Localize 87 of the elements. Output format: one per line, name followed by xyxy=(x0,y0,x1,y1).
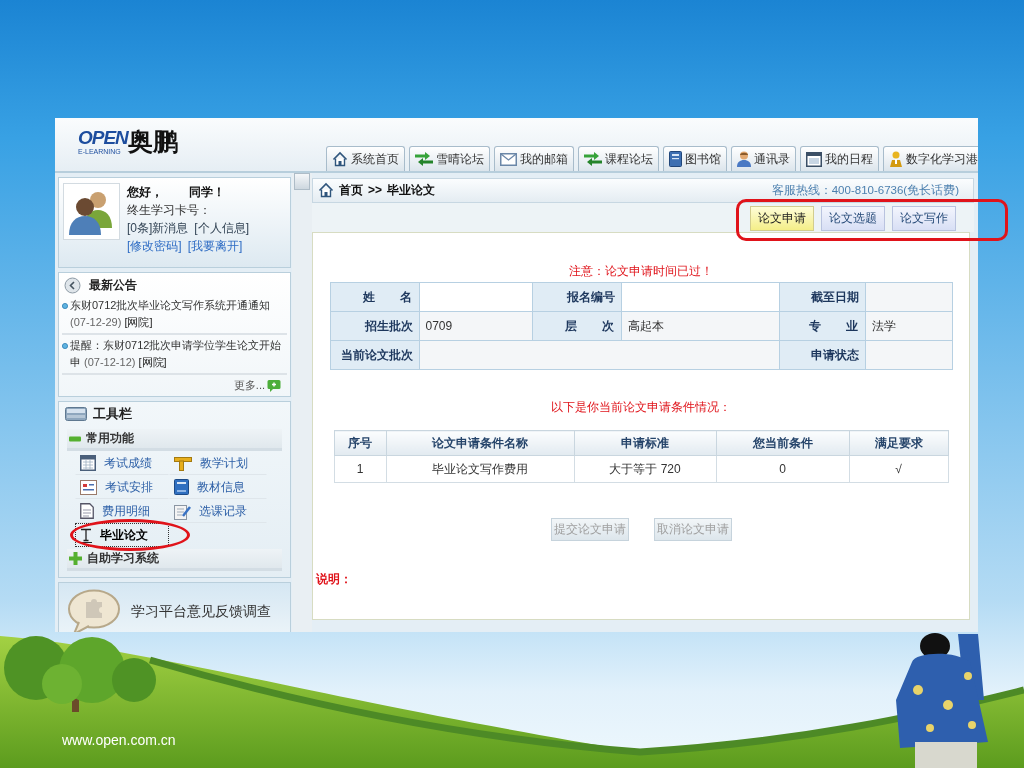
panel-title: 最新公告 xyxy=(89,276,137,294)
table-cell: √ xyxy=(849,455,948,483)
field-value: 高起本 xyxy=(621,311,779,341)
field-label: 层 次 xyxy=(532,311,621,341)
house-icon xyxy=(318,182,334,199)
field-label: 姓 名 xyxy=(330,282,419,312)
toolbar-link[interactable]: 教材信息 xyxy=(169,475,267,499)
toolbar-link[interactable]: 考试安排 xyxy=(75,475,169,499)
breadcrumb-separator: >> xyxy=(368,182,382,199)
account-link[interactable]: [修改密码] xyxy=(127,237,182,255)
table-cell: 毕业论文写作费用 xyxy=(386,455,574,483)
table-cell: 0 xyxy=(716,455,849,483)
notice-text: 注意：论文申请时间已过！ xyxy=(569,263,713,279)
column-header: 您当前条件 xyxy=(716,430,849,456)
bullet-icon xyxy=(62,303,68,309)
toolbar-link[interactable]: 教学计划 xyxy=(169,451,267,475)
account-link[interactable]: [个人信息] xyxy=(194,219,249,237)
breadcrumb-current: 毕业论文 xyxy=(387,182,435,199)
nav-tab[interactable]: 课程论坛 xyxy=(578,146,659,171)
greeting-text: 您好， xyxy=(127,184,163,201)
footer-text: www.open.com.cn xyxy=(62,732,176,749)
table-cell: 大于等于 720 xyxy=(574,455,716,483)
toolbar-link[interactable]: 费用明细 xyxy=(75,499,169,523)
nav-tab[interactable]: 我的日程 xyxy=(800,146,879,171)
nav-tab[interactable]: 图书馆 xyxy=(663,146,727,171)
user-title-text: 同学！ xyxy=(189,184,225,201)
group-header[interactable]: 常用功能 xyxy=(67,429,282,451)
logo-name: 奥鹏 xyxy=(127,128,178,155)
announcement-link[interactable]: 东财0712批次毕业论文写作系统开通通知 (07-12-29) [网院] xyxy=(70,297,287,331)
panel-title: 工具栏 xyxy=(93,404,132,423)
logo-wordmark: OPEN xyxy=(78,128,128,147)
toolbar-link[interactable]: 选课记录 xyxy=(169,499,267,523)
subtab[interactable]: 论文选题 xyxy=(821,206,885,231)
envelope-icon xyxy=(500,152,517,166)
account-link[interactable]: [0条]新消息 xyxy=(127,219,189,237)
arrows-icon xyxy=(415,152,433,166)
users-icon xyxy=(63,183,120,240)
speech-bubble-icon xyxy=(67,589,121,632)
text-tool-icon xyxy=(80,527,92,543)
field-label: 截至日期 xyxy=(779,282,865,312)
bullet-icon xyxy=(62,343,68,349)
account-link[interactable]: [我要离开] xyxy=(187,237,243,255)
book-icon xyxy=(174,479,189,495)
t-square-icon xyxy=(174,455,192,471)
house-icon xyxy=(332,151,348,167)
arrows-icon xyxy=(584,152,602,166)
note-label: 说明： xyxy=(316,571,352,587)
toolbar-icon xyxy=(65,407,87,421)
nav-tab[interactable]: 系统首页 xyxy=(326,146,405,171)
subtab[interactable]: 论文写作 xyxy=(892,206,956,231)
subtab[interactable]: 论文申请 xyxy=(750,206,814,231)
field-label: 专 业 xyxy=(779,311,865,341)
column-header: 序号 xyxy=(334,430,386,456)
column-header: 满足要求 xyxy=(849,430,948,456)
toolbar-link[interactable]: 毕业论文 xyxy=(75,523,169,547)
more-link[interactable]: 更多... xyxy=(233,378,281,393)
collapse-button[interactable] xyxy=(294,173,310,190)
table-cell: 1 xyxy=(334,455,386,483)
person-icon xyxy=(737,151,751,167)
book-icon xyxy=(669,151,682,167)
nav-tab[interactable]: 我的邮箱 xyxy=(494,146,574,171)
column-header: 申请标准 xyxy=(574,430,716,456)
notepad-icon xyxy=(174,502,191,520)
breadcrumb-link[interactable]: 首页 xyxy=(339,182,363,199)
document-icon xyxy=(80,503,94,519)
chat-bubble-icon xyxy=(267,379,281,392)
card-icon xyxy=(80,479,97,495)
hotline-text: 客服热线：400-810-6736(免长话费) xyxy=(771,183,959,199)
nav-tab[interactable]: 雪晴论坛 xyxy=(409,146,490,171)
field-label: 申请状态 xyxy=(779,340,865,370)
feedback-survey-link[interactable]: 学习平台意见反馈调查 xyxy=(58,582,291,632)
field-label: 当前论文批次 xyxy=(330,340,419,370)
field-value: 法学 xyxy=(865,311,952,341)
field-label: 报名编号 xyxy=(532,282,621,312)
nav-tab[interactable]: 数字化学习港 xyxy=(883,146,978,171)
figure-icon xyxy=(889,151,903,167)
nav-tab[interactable]: 通讯录 xyxy=(731,146,796,171)
calendar-icon xyxy=(80,455,96,471)
field-value: 0709 xyxy=(419,311,532,341)
group-header[interactable]: 自助学习系统 xyxy=(67,549,282,571)
field-label: 招生批次 xyxy=(330,311,419,341)
announcement-link[interactable]: 提醒：东财0712批次申请学位学生论文开始申 (07-12-12) [网院] xyxy=(70,337,287,371)
toolbar-link[interactable]: 考试成绩 xyxy=(75,451,169,475)
card-number-label: 终生学习卡号： xyxy=(127,202,212,219)
column-header: 论文申请条件名称 xyxy=(386,430,574,456)
conditions-intro-text: 以下是你当前论文申请条件情况： xyxy=(551,399,731,415)
window-icon xyxy=(806,151,822,167)
